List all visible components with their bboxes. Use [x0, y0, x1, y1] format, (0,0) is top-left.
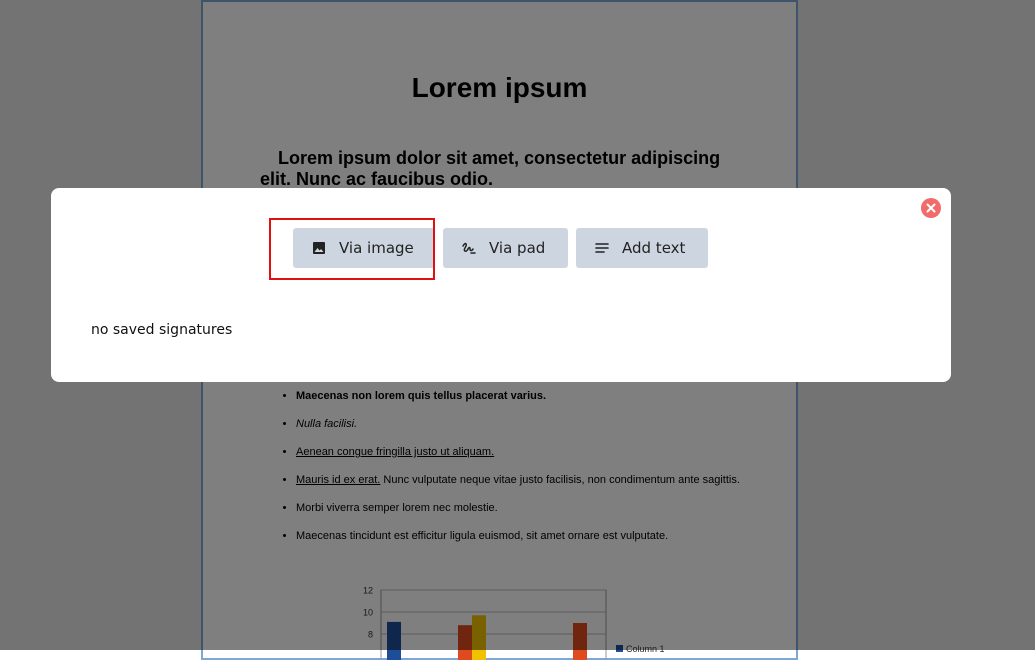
text-lines-icon	[595, 243, 609, 253]
empty-signatures-message: no saved signatures	[91, 322, 233, 338]
close-icon	[926, 203, 936, 213]
add-text-button[interactable]: Add text	[576, 228, 708, 268]
via-pad-label: Via pad	[489, 239, 546, 257]
via-pad-button[interactable]: Via pad	[443, 228, 568, 268]
add-text-label: Add text	[622, 239, 686, 257]
via-image-button[interactable]: Via image	[293, 228, 435, 268]
image-icon	[313, 242, 325, 254]
close-button[interactable]	[921, 198, 941, 218]
signature-icon	[462, 242, 476, 254]
signature-modal: Via image Via pad Add text no saved sign…	[51, 188, 951, 382]
via-image-label: Via image	[339, 239, 414, 257]
